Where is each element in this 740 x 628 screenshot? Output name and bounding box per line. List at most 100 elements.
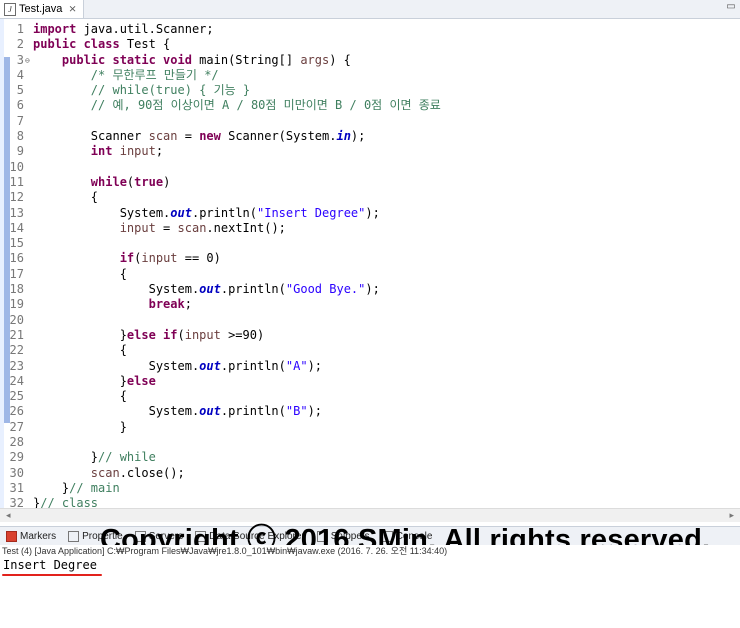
code-text: // 예, 90점 이상이면 A / 80점 미만이면 B / 0점 이면 종료	[90, 98, 441, 113]
line-number: 24	[9, 373, 24, 388]
code-text: // while(true) { 기능 }	[90, 83, 251, 98]
code-line[interactable]: 16 if(input == 0)	[0, 251, 740, 266]
code-line[interactable]: 29 }// while	[0, 450, 740, 465]
properties-icon	[68, 530, 80, 542]
code-line[interactable]: 2 public class Test {	[0, 37, 740, 52]
code-line[interactable]: 19 break;	[0, 297, 740, 312]
line-number: 28	[9, 435, 24, 450]
line-number: 23	[9, 358, 24, 373]
line-number: 20	[9, 312, 24, 327]
line-number: 4	[16, 67, 24, 82]
line-number: 5	[16, 83, 24, 98]
code-text: }else if(input >=90)	[33, 327, 265, 342]
code-line[interactable]: 4 /* 무한루프 만들기 */	[0, 68, 740, 83]
line-number: 16	[9, 251, 24, 266]
line-number: 22	[9, 343, 24, 358]
scroll-right-icon[interactable]: ▸	[729, 510, 734, 521]
code-text: while(true)	[90, 174, 171, 189]
code-text: {	[33, 389, 127, 404]
code-line[interactable]: 25 {	[0, 389, 740, 404]
line-number: 21	[9, 327, 24, 342]
editor-tab-bar: J Test.java ⨯ ▭	[0, 0, 740, 19]
console-output-line: Insert Degree	[3, 558, 97, 572]
editor-tab-test-java[interactable]: J Test.java ⨯	[0, 0, 84, 18]
code-text: input = scan.nextInt();	[119, 220, 286, 235]
code-line[interactable]: 1 import java.util.Scanner;	[0, 22, 740, 37]
line-number: 10	[9, 159, 24, 174]
code-text: /* 무한루프 만들기 */	[90, 67, 219, 82]
code-text: int input;	[90, 144, 164, 159]
code-line[interactable]: 15	[0, 236, 740, 251]
scroll-left-icon[interactable]: ◂	[6, 510, 11, 521]
code-line[interactable]: 24 }else	[0, 374, 740, 389]
code-line[interactable]: 14 input = scan.nextInt();	[0, 221, 740, 236]
line-number: 7	[16, 113, 24, 128]
console-output-area[interactable]: Insert Degree	[0, 557, 740, 628]
code-line[interactable]: 27 }	[0, 420, 740, 435]
code-text: scan.close();	[90, 465, 185, 480]
code-line[interactable]: 10	[0, 160, 740, 175]
code-line[interactable]: 7	[0, 114, 740, 129]
code-text: System.out.println("B");	[33, 404, 323, 419]
line-number: 2	[16, 37, 24, 52]
code-line[interactable]: 26 System.out.println("B");	[0, 404, 740, 419]
line-number: 26	[9, 404, 24, 419]
code-line[interactable]: 6 // 예, 90점 이상이면 A / 80점 미만이면 B / 0점 이면 …	[0, 98, 740, 113]
close-icon[interactable]: ⨯	[68, 4, 76, 15]
line-number: 25	[9, 389, 24, 404]
code-line[interactable]: 23 System.out.println("A");	[0, 359, 740, 374]
code-line[interactable]: 17 {	[0, 267, 740, 282]
code-text: }// main	[33, 480, 120, 495]
console-launch-header: Test (4) [Java Application] C:₩Program F…	[0, 545, 740, 557]
code-line[interactable]: 11 while(true)	[0, 175, 740, 190]
code-text: public static void main(String[] args) {	[61, 52, 351, 67]
code-line[interactable]: 28	[0, 435, 740, 450]
code-line[interactable]: 5 // while(true) { 기능 }	[0, 83, 740, 98]
line-number: 27	[9, 419, 24, 434]
line-number: 8	[16, 129, 24, 144]
code-line[interactable]: 13 System.out.println("Insert Degree");	[0, 206, 740, 221]
code-lines: 1 import java.util.Scanner; 2 public class …	[0, 22, 740, 512]
view-tab-label: Markers	[20, 530, 57, 542]
code-line[interactable]: 8 Scanner scan = new Scanner(System.in);	[0, 129, 740, 144]
code-text: import java.util.Scanner;	[33, 22, 214, 36]
code-text: System.out.println("A");	[33, 358, 323, 373]
line-number: 3	[0, 53, 30, 69]
red-underline-annotation	[2, 574, 102, 576]
code-line[interactable]: 18 System.out.println("Good Bye.");	[0, 282, 740, 297]
code-text: {	[33, 266, 127, 281]
code-line[interactable]: 20	[0, 313, 740, 328]
code-line[interactable]: 9 int input;	[0, 144, 740, 159]
line-number: 18	[9, 282, 24, 297]
java-file-icon: J	[4, 2, 16, 16]
code-text: }	[33, 419, 127, 434]
line-number: 14	[9, 220, 24, 235]
line-number: 30	[9, 465, 24, 480]
code-text: if(input == 0)	[119, 251, 221, 266]
editor-tab-title: Test.java	[19, 3, 63, 15]
markers-icon	[6, 530, 17, 542]
code-text: public class Test {	[33, 37, 171, 52]
code-line[interactable]: 22 {	[0, 343, 740, 358]
line-number: 19	[9, 297, 24, 312]
view-tab-markers[interactable]: Markers	[0, 527, 62, 545]
code-text: {	[33, 190, 99, 205]
code-line[interactable]: 30 scan.close();	[0, 466, 740, 481]
code-line[interactable]: 21 }else if(input >=90)	[0, 328, 740, 343]
line-number: 17	[9, 266, 24, 281]
line-number: 12	[9, 190, 24, 205]
code-line[interactable]: 31 }// main	[0, 481, 740, 496]
line-number: 29	[9, 450, 24, 465]
code-line[interactable]: 12 {	[0, 190, 740, 205]
code-text: System.out.println("Good Bye.");	[33, 282, 380, 297]
line-number: 13	[9, 205, 24, 220]
code-line[interactable]: 3 public static void main(String[] args)…	[0, 52, 740, 69]
line-number: 15	[9, 236, 24, 251]
line-number: 9	[16, 144, 24, 159]
minimize-icon[interactable]: ▭	[726, 2, 736, 12]
code-text: break;	[148, 297, 192, 312]
line-number: 6	[16, 98, 24, 113]
code-editor[interactable]: 1 import java.util.Scanner; 2 public class …	[0, 19, 740, 510]
code-text: }// while	[33, 450, 156, 465]
line-number: 1	[16, 22, 24, 36]
